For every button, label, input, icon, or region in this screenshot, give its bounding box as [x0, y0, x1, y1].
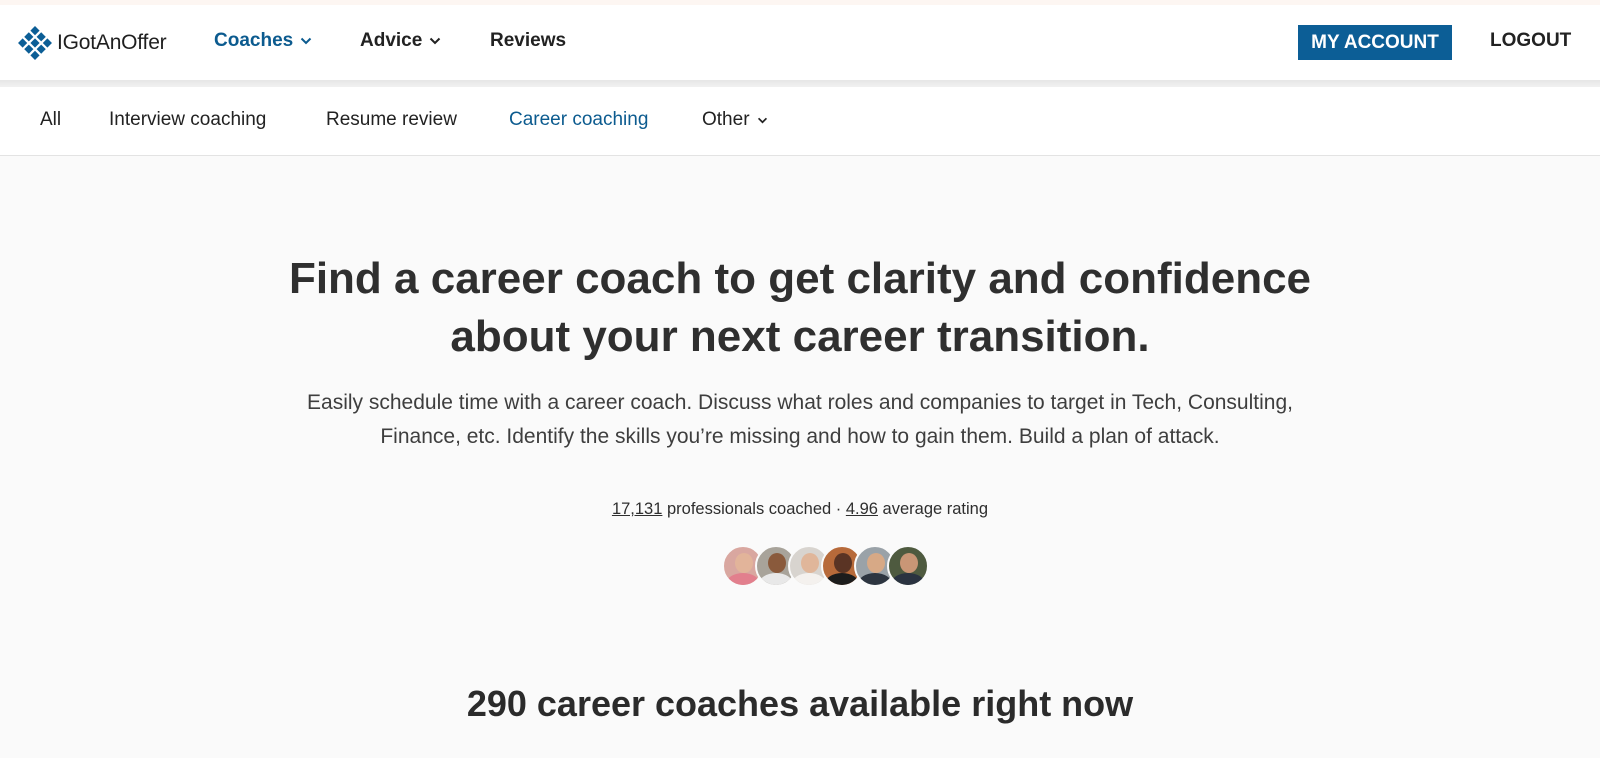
subnav-all[interactable]: All	[40, 109, 61, 131]
avatar-head	[735, 553, 753, 573]
nav-advice-label: Advice	[360, 30, 423, 51]
logo-diamond-icon	[18, 26, 52, 60]
avatar-body	[792, 573, 826, 585]
rating-link[interactable]: 4.96	[846, 500, 878, 518]
subnav-other-label: Other	[702, 109, 750, 130]
nav-reviews[interactable]: Reviews	[490, 30, 566, 52]
coached-count-link[interactable]: 17,131	[612, 500, 662, 518]
subnav-interview-coaching[interactable]: Interview coaching	[109, 109, 266, 131]
hero-subtitle-line-2: Finance, etc. Identify the skills you’re…	[380, 425, 1220, 448]
avatar-head	[867, 553, 885, 573]
hero-title-line-2: about your next career transition.	[450, 312, 1150, 361]
coach-avatar-6	[887, 545, 929, 587]
avatar-body	[891, 573, 925, 585]
avatar-body	[825, 573, 859, 585]
avatar-head	[900, 553, 918, 573]
hero-title-line-1: Find a career coach to get clarity and c…	[288, 254, 1312, 303]
avatar-head	[801, 553, 819, 573]
site-logo[interactable]: IGotAnOffer	[17, 25, 167, 61]
site-header: IGotAnOffer Coaches Advice Reviews MY AC…	[0, 5, 1600, 80]
rating-label: average rating	[877, 500, 989, 518]
hero-title: Find a career coach to get clarity and c…	[0, 250, 1600, 366]
header-divider	[0, 80, 1600, 87]
stats-line: 17,131 professionals coached · 4.96 aver…	[0, 500, 1600, 519]
nav-advice[interactable]: Advice	[360, 30, 441, 52]
logout-button[interactable]: LOGOUT	[1490, 30, 1571, 52]
hero-subtitle: Easily schedule time with a career coach…	[0, 386, 1600, 454]
chevron-down-icon	[300, 37, 312, 45]
avatar-body	[759, 573, 793, 585]
nav-coaches[interactable]: Coaches	[214, 30, 312, 52]
chevron-down-icon	[757, 117, 767, 123]
coached-label: professionals coached ·	[662, 500, 846, 518]
avatar-body	[726, 573, 760, 585]
my-account-button[interactable]: MY ACCOUNT	[1298, 25, 1452, 60]
avatar-body	[858, 573, 892, 585]
avatar-head	[768, 553, 786, 573]
coach-avatars	[722, 545, 929, 587]
chevron-down-icon	[430, 37, 441, 45]
subnav-career-coaching[interactable]: Career coaching	[509, 109, 648, 131]
nav-coaches-label: Coaches	[214, 30, 294, 51]
subnav-resume-review[interactable]: Resume review	[326, 109, 457, 131]
nav-reviews-label: Reviews	[490, 30, 567, 51]
results-count-title: 290 career coaches available right now	[466, 683, 1134, 724]
subnav-other[interactable]: Other	[702, 109, 768, 131]
avatar-head	[834, 553, 852, 573]
logo-text: IGotAnOffer	[57, 31, 167, 54]
category-subnav: All Interview coaching Resume review Car…	[0, 87, 1600, 156]
hero-subtitle-line-1: Easily schedule time with a career coach…	[307, 391, 1293, 414]
